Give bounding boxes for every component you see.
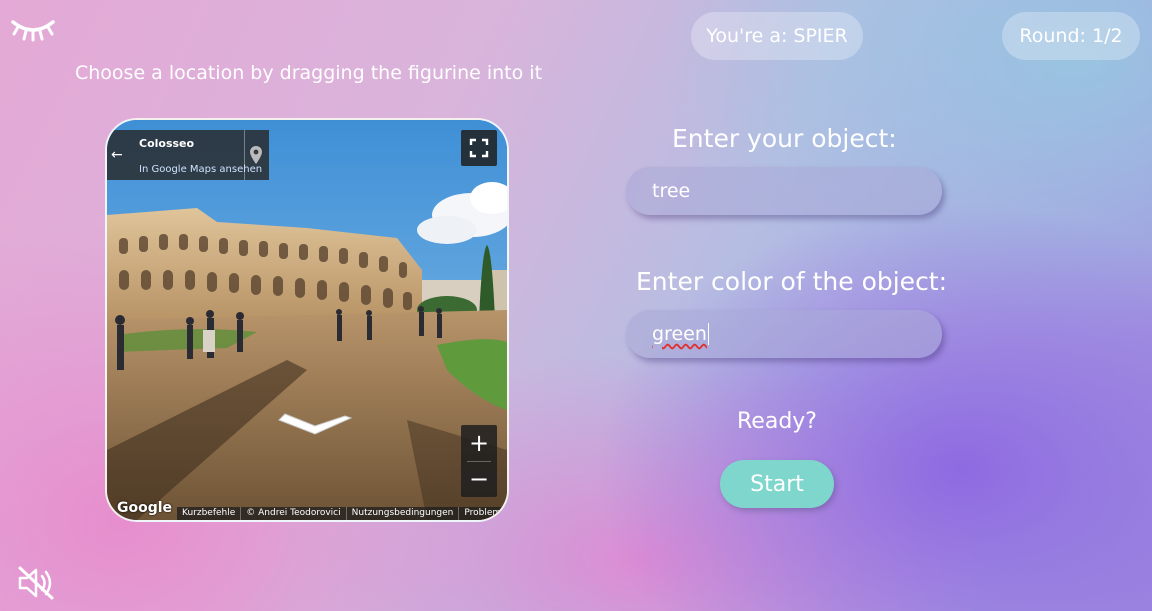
speaker-muted-icon[interactable] [16,565,56,601]
role-badge: You're a: SPIER [691,12,863,60]
zoom-out-button[interactable]: − [461,461,497,497]
google-logo: Google [117,500,173,516]
zoom-controls: + − [461,425,497,497]
color-input-value: green [652,323,707,345]
zoom-in-button[interactable]: + [461,425,497,461]
start-button[interactable]: Start [720,460,834,508]
back-arrow-icon[interactable]: ← [111,147,123,163]
color-label: Enter color of the object: [636,267,948,296]
text-caret [707,323,709,345]
color-input[interactable]: green [626,310,942,358]
round-badge: Round: 1/2 [1002,12,1140,60]
fullscreen-icon [469,138,489,158]
footer-copyright: © Andrei Teodorovici [240,507,345,520]
ready-text: Ready? [737,409,817,434]
street-view-image[interactable] [107,120,507,520]
object-input[interactable]: tree [626,167,942,215]
place-title: Colosseo [139,137,195,150]
footer-link[interactable]: Nutzungsbedingungen [345,507,459,520]
instruction-text: Choose a location by dragging the figuri… [75,62,543,84]
place-info-card: ← Colosseo In Google Maps ansehen [107,130,269,180]
map-footer: Kurzbefehle © Andrei Teodorovici Nutzung… [177,507,507,520]
fullscreen-button[interactable] [461,130,497,166]
divider [244,130,245,180]
object-label: Enter your object: [672,124,897,153]
closed-eye-icon[interactable] [10,12,56,42]
object-input-value: tree [652,180,691,202]
map-pin-icon[interactable] [250,146,262,164]
footer-link[interactable]: Problem melden [458,507,507,520]
street-view-panel[interactable]: ← Colosseo In Google Maps ansehen + − Go… [105,118,509,522]
footer-link[interactable]: Kurzbefehle [177,507,240,520]
